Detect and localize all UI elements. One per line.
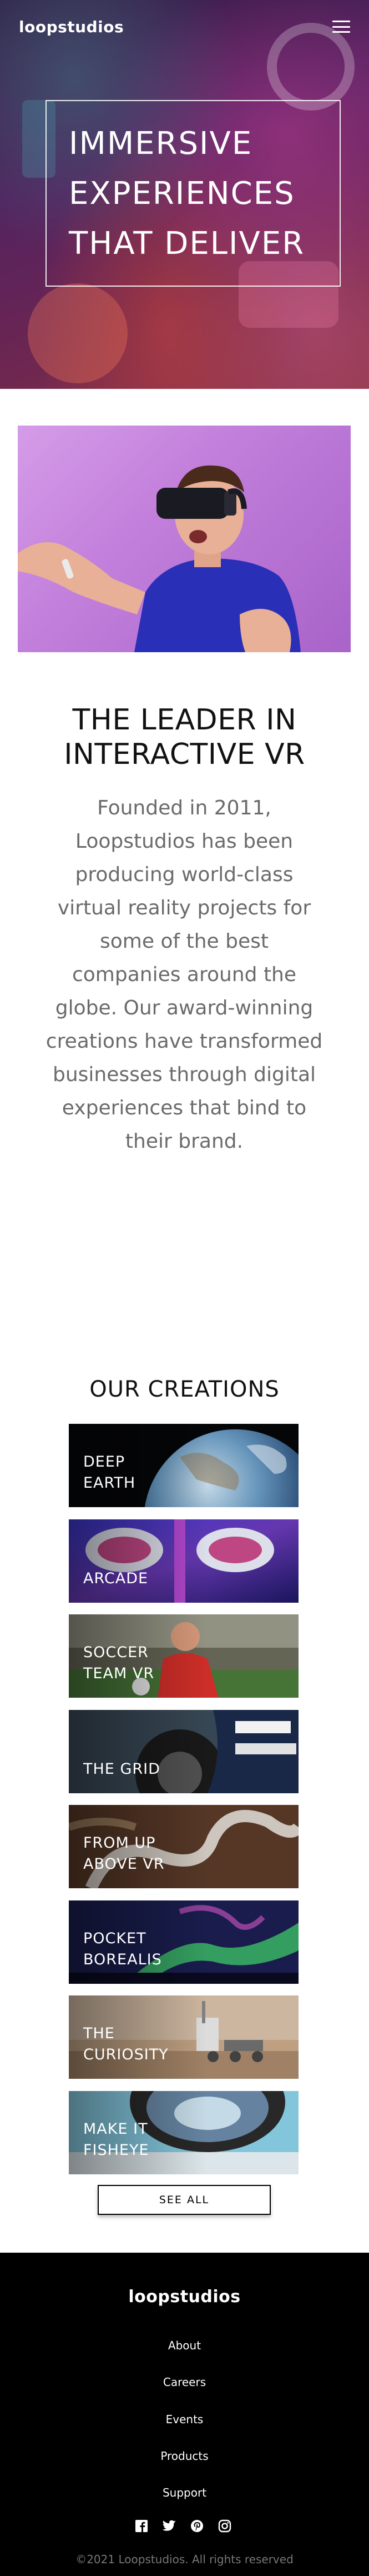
footer-link-support[interactable]: Support xyxy=(0,2486,369,2499)
hero-headline-box: IMMERSIVE EXPERIENCES THAT DELIVER xyxy=(46,100,341,287)
hero-section: loopstudios IMMERSIVE EXPERIENCES THAT D… xyxy=(0,0,369,389)
brand-logo[interactable]: loopstudios xyxy=(19,18,124,36)
footer-link-products[interactable]: Products xyxy=(0,2449,369,2463)
card-title-line: FROM UP xyxy=(83,1834,156,1852)
leader-title-line: INTERACTIVE VR xyxy=(64,738,305,771)
creation-card-make-it-fisheye[interactable]: MAKE IT FISHEYE xyxy=(69,2091,299,2174)
site-header: loopstudios xyxy=(0,0,369,53)
hamburger-icon[interactable] xyxy=(332,21,350,33)
creation-card-title: THE CURIOSITY xyxy=(83,2023,169,2065)
creation-card-the-grid[interactable]: THE GRID xyxy=(69,1710,299,1793)
card-overlay xyxy=(69,1710,299,1793)
card-title-line: ABOVE VR xyxy=(83,1855,165,1873)
see-all-button[interactable]: SEE ALL xyxy=(98,2185,271,2215)
footer-link-careers[interactable]: Careers xyxy=(0,2375,369,2389)
site-footer: loopstudios About Careers Events Product… xyxy=(0,2253,369,2576)
creation-card-deep-earth[interactable]: DEEP EARTH xyxy=(69,1424,299,1507)
card-title-line: DEEP xyxy=(83,1453,125,1470)
creation-card-pocket-borealis[interactable]: POCKET BOREALIS xyxy=(69,1900,299,1984)
copyright-text: ©2021 Loopstudios. All rights reserved xyxy=(75,2553,294,2566)
creation-card-title: DEEP EARTH xyxy=(83,1452,135,1494)
creation-card-arcade[interactable]: ARCADE xyxy=(69,1519,299,1603)
card-title-line: FISHEYE xyxy=(83,2142,149,2159)
creation-card-title: MAKE IT FISHEYE xyxy=(83,2119,149,2161)
creation-card-title: FROM UP ABOVE VR xyxy=(83,1833,165,1875)
leader-title-line: THE LEADER IN xyxy=(72,703,297,737)
hero-headline-line: IMMERSIVE xyxy=(69,126,253,162)
card-title-line: BOREALIS xyxy=(83,1951,162,1968)
footer-link-events[interactable]: Events xyxy=(0,2413,369,2426)
creation-card-title: ARCADE xyxy=(83,1568,148,1589)
twitter-icon[interactable] xyxy=(161,2518,178,2534)
card-title-line: THE GRID xyxy=(83,1760,160,1778)
leader-title: THE LEADER IN INTERACTIVE VR xyxy=(0,703,369,772)
hero-headline-line: EXPERIENCES xyxy=(69,176,295,212)
card-title-line: SOCCER xyxy=(83,1644,149,1661)
pinterest-icon[interactable] xyxy=(189,2518,205,2534)
card-overlay xyxy=(69,1519,299,1603)
card-title-line: TEAM VR xyxy=(83,1665,155,1682)
card-title-line: THE xyxy=(83,2025,115,2042)
footer-brand-logo[interactable]: loopstudios xyxy=(0,2287,369,2307)
hero-headline-line: THAT DELIVER xyxy=(69,226,305,262)
creation-card-title: THE GRID xyxy=(83,1759,160,1780)
card-title-line: POCKET xyxy=(83,1930,146,1947)
card-title-line: CURIOSITY xyxy=(83,2046,169,2063)
creations-heading: OUR CREATIONS xyxy=(89,1377,280,1402)
creation-card-the-curiosity[interactable]: THE CURIOSITY xyxy=(69,1995,299,2079)
leader-description: Founded in 2011, Loopstudios has been pr… xyxy=(46,797,323,1153)
card-title-line: EARTH xyxy=(83,1474,136,1492)
vr-headset-man-image xyxy=(18,426,351,652)
creation-card-from-up-above-vr[interactable]: FROM UP ABOVE VR xyxy=(69,1805,299,1888)
creation-card-title: POCKET BOREALIS xyxy=(83,1928,162,1970)
creation-card-title: SOCCER TEAM VR xyxy=(83,1642,154,1684)
footer-link-about[interactable]: About xyxy=(0,2339,369,2352)
card-title-line: ARCADE xyxy=(83,1570,149,1587)
creation-card-soccer-team-vr[interactable]: SOCCER TEAM VR xyxy=(69,1614,299,1698)
card-title-line: MAKE IT xyxy=(83,2120,148,2138)
facebook-icon[interactable] xyxy=(133,2518,150,2534)
instagram-icon[interactable] xyxy=(216,2518,233,2534)
